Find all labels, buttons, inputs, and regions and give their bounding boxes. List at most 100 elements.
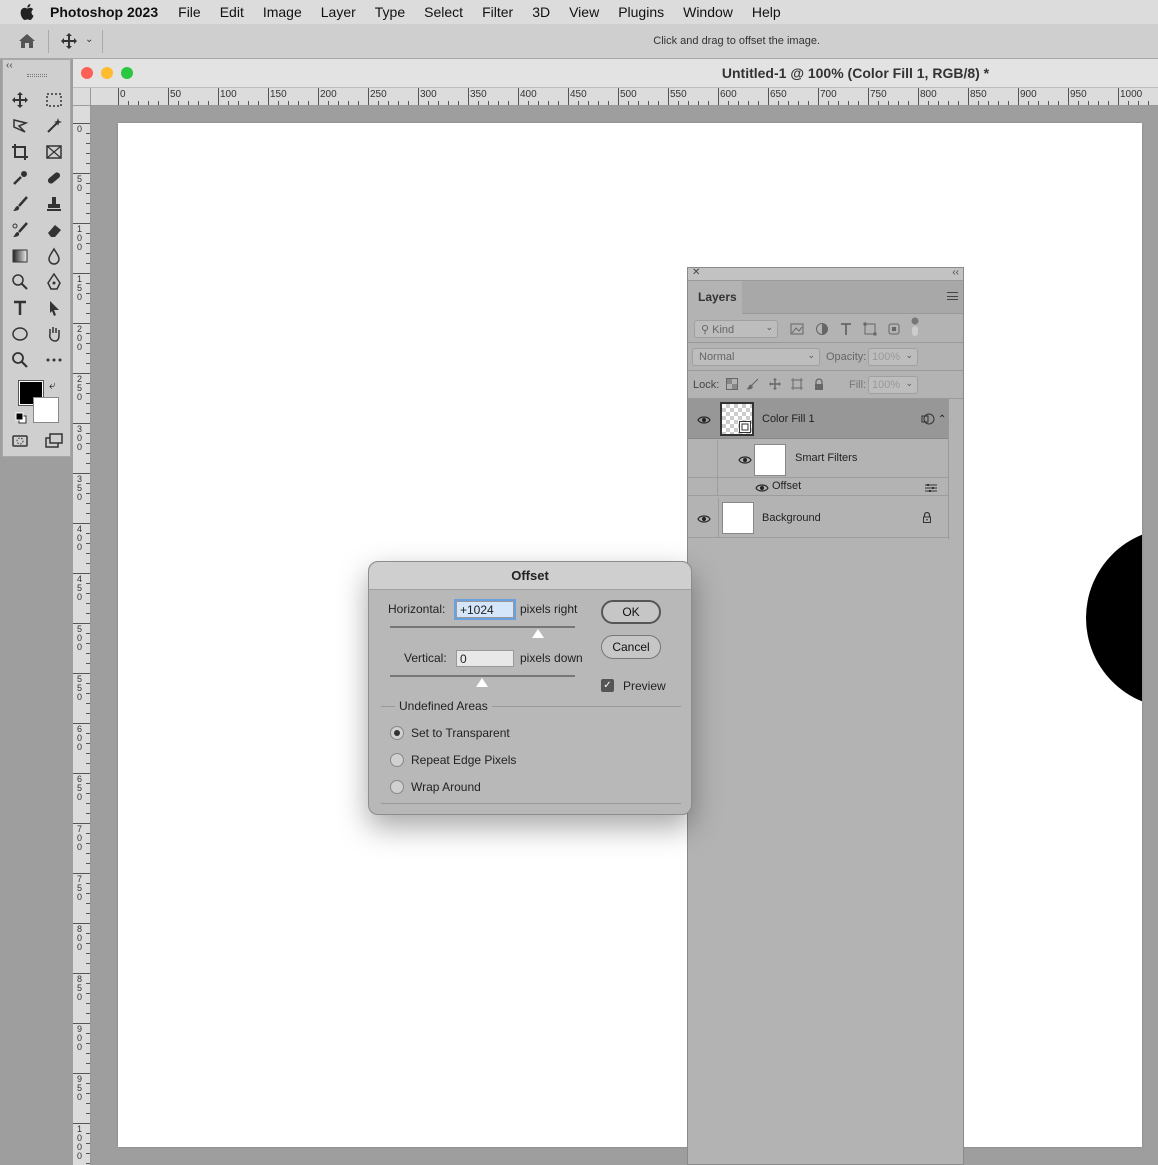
hand-tool-icon[interactable] — [41, 323, 67, 345]
eye-icon[interactable] — [697, 513, 711, 523]
radio-wrap-around[interactable] — [390, 780, 404, 794]
panel-menu-icon[interactable] — [947, 292, 958, 300]
preview-checkbox[interactable]: ✓ — [601, 679, 614, 692]
horizontal-slider-track[interactable] — [390, 626, 575, 628]
lock-icon[interactable] — [921, 511, 933, 523]
layer-row-color-fill-1[interactable]: Color Fill 1 ⌃ — [688, 399, 948, 439]
eyedropper-icon[interactable] — [7, 167, 33, 189]
menu-view[interactable]: View — [569, 4, 599, 20]
vertical-input[interactable] — [456, 650, 514, 667]
quick-mask-icon[interactable] — [7, 430, 33, 452]
filter-toggle-icon[interactable] — [911, 317, 919, 337]
frame-tool-icon[interactable] — [41, 141, 67, 163]
dodge-tool-icon[interactable] — [7, 271, 33, 293]
option-label[interactable]: Wrap Around — [411, 780, 481, 794]
menu-type[interactable]: Type — [375, 4, 405, 20]
home-icon[interactable] — [17, 32, 37, 50]
smart-object-icon[interactable] — [921, 413, 935, 425]
radio-repeat-edge-pixels[interactable] — [390, 753, 404, 767]
preview-label[interactable]: Preview — [623, 679, 666, 693]
blur-tool-icon[interactable] — [41, 245, 67, 267]
layer-name[interactable]: Background — [762, 512, 821, 524]
history-brush-icon[interactable] — [7, 219, 33, 241]
more-tools-icon[interactable] — [41, 349, 67, 371]
lock-artboard-icon[interactable] — [791, 378, 805, 392]
vertical-slider-thumb[interactable] — [476, 678, 488, 687]
collapse-panel-icon[interactable]: ‹‹ — [952, 267, 959, 278]
move-tool-icon[interactable] — [7, 89, 33, 111]
blend-mode-dropdown[interactable]: Normal ⌄ — [692, 348, 820, 366]
menu-file[interactable]: File — [178, 4, 201, 20]
radio-set-to-transparent[interactable] — [390, 726, 404, 740]
filter-mask-thumbnail[interactable] — [754, 444, 786, 476]
smart-object-filter-icon[interactable] — [887, 322, 901, 336]
background-color-swatch[interactable] — [33, 397, 59, 423]
option-label[interactable]: Repeat Edge Pixels — [411, 753, 516, 767]
ellipse-tool-icon[interactable] — [7, 323, 33, 345]
menu-image[interactable]: Image — [263, 4, 302, 20]
layer-row-offset-filter[interactable]: Offset — [688, 478, 948, 496]
offset-filter-label[interactable]: Offset — [772, 480, 801, 492]
pixel-layer-filter-icon[interactable] — [790, 322, 804, 336]
fill-field[interactable]: 100% ⌄ — [868, 376, 918, 394]
filter-kind-dropdown[interactable]: ⚲ Kind ⌄ — [694, 320, 778, 338]
opacity-field[interactable]: 100% ⌄ — [868, 348, 918, 366]
brush-tool-icon[interactable] — [7, 193, 33, 215]
adjustment-filter-icon[interactable] — [815, 322, 829, 336]
close-panel-icon[interactable]: ✕ — [692, 267, 700, 278]
menu-select[interactable]: Select — [424, 4, 463, 20]
lasso-tool-icon[interactable] — [7, 115, 33, 137]
magic-wand-icon[interactable] — [41, 115, 67, 137]
filter-options-icon[interactable] — [924, 482, 938, 492]
ok-button[interactable]: OK — [601, 600, 661, 624]
shape-filter-icon[interactable] — [863, 322, 877, 336]
gradient-tool-icon[interactable] — [7, 245, 33, 267]
type-filter-icon[interactable] — [839, 322, 853, 336]
lock-position-icon[interactable] — [769, 378, 783, 392]
eye-icon[interactable] — [697, 414, 711, 424]
menu-filter[interactable]: Filter — [482, 4, 513, 20]
apple-icon[interactable] — [18, 3, 36, 21]
menu-layer[interactable]: Layer — [321, 4, 356, 20]
swap-colors-icon[interactable]: ⤶ — [49, 378, 56, 393]
marquee-tool-icon[interactable] — [41, 89, 67, 111]
layer-name[interactable]: Color Fill 1 — [762, 413, 815, 425]
menu-window[interactable]: Window — [683, 4, 733, 20]
chevron-down-icon[interactable]: ⌄ — [85, 34, 93, 45]
lock-brush-icon[interactable] — [745, 378, 761, 392]
screen-mode-icon[interactable] — [41, 430, 67, 452]
chevron-up-icon[interactable]: ⌃ — [938, 414, 952, 425]
move-tool-icon[interactable] — [60, 32, 78, 50]
horizontal-input[interactable] — [454, 599, 516, 620]
vertical-ruler[interactable]: 0 50 100 150 200 250 300 350 400 450 500 550 600 650 7… — [73, 106, 91, 1165]
app-name-menu[interactable]: Photoshop 2023 — [50, 4, 158, 20]
type-tool-icon[interactable] — [7, 297, 33, 319]
clone-stamp-icon[interactable] — [41, 193, 67, 215]
ruler-origin[interactable] — [73, 88, 91, 106]
panel-grip[interactable] — [27, 74, 47, 77]
eraser-tool-icon[interactable] — [41, 219, 67, 241]
collapse-panel-icon[interactable]: ‹‹ — [6, 60, 13, 71]
menu-plugins[interactable]: Plugins — [618, 4, 664, 20]
horizontal-slider-thumb[interactable] — [532, 629, 544, 638]
eye-icon[interactable] — [755, 482, 769, 492]
layer-row-smart-filters[interactable]: Smart Filters — [688, 440, 948, 496]
lock-all-icon[interactable] — [813, 378, 827, 392]
menu-help[interactable]: Help — [752, 4, 781, 20]
healing-brush-icon[interactable] — [41, 167, 67, 189]
cancel-button[interactable]: Cancel — [601, 635, 661, 659]
default-colors-icon[interactable] — [15, 412, 27, 424]
crop-tool-icon[interactable] — [7, 141, 33, 163]
zoom-tool-icon[interactable] — [7, 349, 33, 371]
layer-row-background[interactable]: Background — [688, 498, 948, 538]
menu-edit[interactable]: Edit — [220, 4, 244, 20]
tab-layers[interactable]: Layers — [688, 281, 742, 314]
horizontal-ruler[interactable]: 0 50 100 150 200 250 300 350 400 450 500 550 600 650 7… — [91, 88, 1158, 106]
smart-filters-label[interactable]: Smart Filters — [795, 452, 857, 464]
vertical-slider-track[interactable] — [390, 675, 575, 677]
eye-icon[interactable] — [738, 454, 752, 464]
path-selection-icon[interactable] — [41, 297, 67, 319]
menu-3d[interactable]: 3D — [532, 4, 550, 20]
pen-tool-icon[interactable] — [41, 271, 67, 293]
option-label[interactable]: Set to Transparent — [411, 726, 510, 740]
